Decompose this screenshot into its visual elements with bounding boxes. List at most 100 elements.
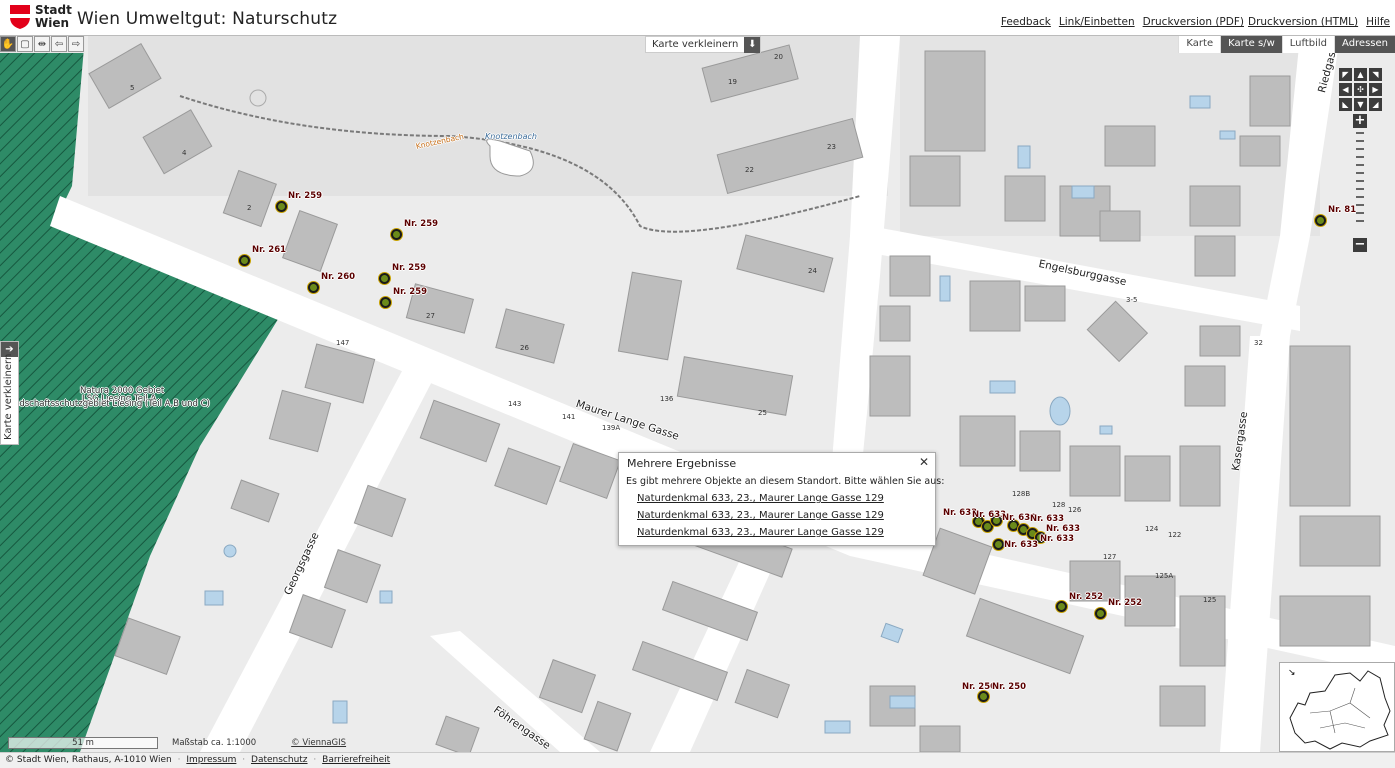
map-canvas[interactable]: Natura 2000 Gebiet LSG Liesing Teil A La… [0, 36, 1395, 752]
pan-north-icon[interactable]: ▲ [1354, 68, 1367, 81]
area-label-landschaftsschutz: Landschaftsschutzgebiet Liesing (Teil A,… [4, 399, 210, 409]
house-number: 3-5 [1126, 296, 1138, 304]
house-number: 125A [1155, 572, 1174, 580]
marker-label: Nr. 250 [992, 682, 1027, 692]
header: Stadt Wien Wien Umweltgut: Naturschutz F… [0, 0, 1395, 36]
house-number: 126 [1068, 506, 1082, 514]
marker-nr-81[interactable] [1315, 215, 1326, 226]
copyright-link[interactable]: © ViennaGIS [291, 738, 346, 748]
feedback-link[interactable]: Feedback [1001, 16, 1051, 28]
pan-northwest-icon[interactable]: ◤ [1339, 68, 1352, 81]
tab-luftbild[interactable]: Luftbild [1281, 36, 1335, 53]
marker-label: Nr. 633 [972, 510, 1007, 520]
tab-adressen[interactable]: Adressen [1334, 36, 1395, 53]
marker-label: Nr. 260 [321, 272, 356, 282]
footer-text: © Stadt Wien, Rathaus, A-1010 Wien [5, 755, 172, 765]
overview-map[interactable]: ↘ [1279, 662, 1395, 752]
marker-label: Nr. 259 [404, 219, 439, 229]
measure-icon[interactable]: ⇹ [34, 36, 50, 52]
hand-icon[interactable]: ✋ [0, 36, 16, 52]
house-number: 23 [827, 143, 836, 151]
house-number: 26 [520, 344, 529, 352]
house-number: 4 [182, 149, 187, 157]
impressum-link[interactable]: Impressum [186, 755, 236, 765]
shrink-map-side-tab[interactable]: ➔ Karte verkleinern [0, 341, 19, 445]
popup-title: Mehrere Ergebnisse [627, 457, 737, 470]
marker-nr-259-b[interactable] [391, 229, 402, 240]
result-link-1[interactable]: Naturdenkmal 633, 23., Maurer Lange Gass… [637, 493, 884, 504]
logo-text: Stadt Wien [35, 3, 72, 30]
house-number: 20 [774, 53, 783, 61]
arrow-down-icon: ⬇ [744, 36, 761, 53]
stream-knotzenbach-1: Knotzenbach [485, 132, 537, 141]
hilfe-link[interactable]: Hilfe [1366, 16, 1390, 28]
house-number: 141 [562, 413, 576, 421]
house-number: 147 [336, 339, 350, 347]
marker-nr-261[interactable] [239, 255, 250, 266]
barrierefreiheit-link[interactable]: Barrierefreiheit [322, 755, 390, 765]
tab-karte[interactable]: Karte [1178, 36, 1221, 53]
pan-west-icon[interactable]: ◀ [1339, 83, 1352, 96]
marker-nr-259-c[interactable] [379, 273, 390, 284]
marker-nr-259-a[interactable] [276, 201, 287, 212]
close-icon[interactable]: ✕ [919, 455, 929, 469]
pan-south-icon[interactable]: ▼ [1354, 98, 1367, 111]
select-rectangle-icon[interactable]: ▢ [17, 36, 33, 52]
forward-arrow-icon[interactable]: ⇨ [68, 36, 84, 52]
house-number: 24 [808, 267, 817, 275]
shrink-map-top-button[interactable]: Karte verkleinern ⬇ [645, 36, 762, 53]
marker-nr-252-a[interactable] [1056, 601, 1067, 612]
marker-label: Nr. 81 [1328, 205, 1357, 215]
marker-nr-260[interactable] [308, 282, 319, 293]
stadt-wien-logo[interactable] [9, 4, 31, 30]
pan-northeast-icon[interactable]: ◥ [1369, 68, 1382, 81]
pan-control: ◤ ▲ ◥ ◀ ✣ ▶ ◣ ▼ ◢ [1339, 68, 1383, 112]
marker-nr-259-d[interactable] [380, 297, 391, 308]
house-number: 128B [1012, 490, 1031, 498]
zoom-slider[interactable] [1356, 132, 1364, 234]
house-number: 128 [1052, 501, 1066, 509]
footer: © Stadt Wien, Rathaus, A-1010 Wien · Imp… [0, 752, 1395, 768]
house-number: 25 [758, 409, 767, 417]
marker-label: Nr. 633 [1040, 534, 1075, 544]
results-popup: Mehrere Ergebnisse ✕ Es gibt mehrere Obj… [618, 452, 944, 546]
pan-east-icon[interactable]: ▶ [1369, 83, 1382, 96]
house-number: 2 [247, 204, 252, 212]
map-type-tabs: Karte Karte s/w Luftbild Adressen [1178, 36, 1395, 53]
house-number: 139A [602, 424, 621, 432]
header-links: Feedback Link/Einbetten Druckversion (PD… [993, 16, 1390, 28]
marker-nr-252-b[interactable] [1095, 608, 1106, 619]
house-number: 5 [130, 84, 135, 92]
result-link-3[interactable]: Naturdenkmal 633, 23., Maurer Lange Gass… [637, 527, 884, 538]
shrink-map-label: Karte verkleinern [652, 39, 739, 50]
result-link-2[interactable]: Naturdenkmal 633, 23., Maurer Lange Gass… [637, 510, 884, 521]
map-base-layer [0, 36, 1395, 752]
zoom-in-button[interactable]: + [1353, 114, 1367, 128]
marker-label: Nr. 259 [393, 287, 428, 297]
side-tab-label: Karte verkleinern [3, 353, 14, 440]
house-number: 127 [1103, 553, 1117, 561]
house-number: 136 [660, 395, 674, 403]
back-arrow-icon[interactable]: ⇦ [51, 36, 67, 52]
marker-label: Nr. 633 [1046, 524, 1081, 534]
marker-nr-633-h[interactable] [993, 539, 1004, 550]
house-number: 22 [745, 166, 754, 174]
house-number: 27 [426, 312, 435, 320]
pan-southwest-icon[interactable]: ◣ [1339, 98, 1352, 111]
druckversion-html-link[interactable]: Druckversion (HTML) [1248, 16, 1358, 28]
svg-text:↘: ↘ [1288, 668, 1296, 678]
zoom-out-button[interactable]: − [1353, 238, 1367, 252]
house-number: 125 [1203, 596, 1217, 604]
marker-label: Nr. 633 [1004, 540, 1039, 550]
marker-label: Nr. 252 [1108, 598, 1143, 608]
pan-center-icon[interactable]: ✣ [1354, 83, 1367, 96]
link-einbetten-link[interactable]: Link/Einbetten [1059, 16, 1135, 28]
marker-label: Nr. 259 [392, 263, 427, 273]
druckversion-pdf-link[interactable]: Druckversion (PDF) [1143, 16, 1244, 28]
marker-nr-250-a[interactable] [978, 691, 989, 702]
house-number: 19 [728, 78, 737, 86]
datenschutz-link[interactable]: Datenschutz [251, 755, 308, 765]
pan-southeast-icon[interactable]: ◢ [1369, 98, 1382, 111]
marker-label: Nr. 250 [962, 682, 997, 692]
tab-karte-sw[interactable]: Karte s/w [1220, 36, 1282, 53]
